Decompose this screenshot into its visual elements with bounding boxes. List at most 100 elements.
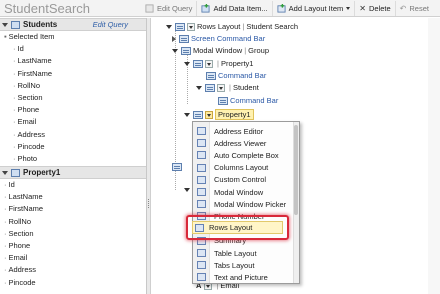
field-item[interactable]: · Phone bbox=[0, 104, 146, 116]
field-item[interactable]: · Address bbox=[0, 129, 146, 141]
dropdown-icon[interactable] bbox=[205, 110, 213, 119]
tree-node-selected[interactable]: Property1 bbox=[184, 109, 254, 120]
field-item[interactable]: · Section bbox=[0, 92, 146, 104]
tree-node-property1[interactable]: | Property1 bbox=[184, 58, 253, 69]
selected-node-label[interactable]: Property1 bbox=[215, 109, 254, 120]
tree-node-student[interactable]: | Student bbox=[196, 82, 259, 93]
expand-icon[interactable] bbox=[172, 48, 178, 53]
field-label: RollNo bbox=[17, 80, 41, 90]
field-bullet-icon: · bbox=[4, 253, 7, 263]
expand-icon[interactable] bbox=[184, 112, 190, 117]
menu-item[interactable]: Table Layout bbox=[193, 247, 299, 259]
menu-scroll-thumb[interactable] bbox=[294, 125, 298, 215]
add-layout-item-button[interactable]: Add Layout Item bbox=[271, 1, 355, 16]
field-item[interactable]: · Pincode bbox=[0, 141, 146, 153]
expand-icon[interactable] bbox=[166, 24, 172, 29]
tree-node-partial[interactable] bbox=[172, 161, 184, 172]
panel-splitter[interactable] bbox=[147, 18, 151, 294]
field-label: Section bbox=[17, 92, 43, 102]
entity-icon bbox=[11, 20, 20, 29]
property-fields-list: · Id · LastName · FirstName · RollNo · Section · Ph… bbox=[0, 179, 146, 289]
menu-item[interactable]: Address Viewer bbox=[193, 137, 299, 149]
menu-item[interactable]: Tabs Layout bbox=[193, 259, 299, 271]
students-header[interactable]: Students Edit Query bbox=[0, 18, 146, 31]
menu-item[interactable]: Modal Window Picker bbox=[193, 198, 299, 210]
tree-node-modal-window[interactable]: Modal Window | Group bbox=[172, 45, 269, 56]
field-item[interactable]: · LastName bbox=[0, 55, 146, 67]
menu-item-label: Custom Control bbox=[214, 175, 267, 185]
field-item[interactable]: · Id bbox=[0, 179, 146, 191]
node-icon bbox=[172, 162, 182, 171]
field-label: RollNo bbox=[8, 216, 32, 226]
field-label: Id bbox=[8, 180, 15, 190]
dropdown-icon[interactable] bbox=[205, 59, 213, 68]
highlighted-menu-item[interactable]: Rows Layout bbox=[192, 221, 283, 234]
field-label: LastName bbox=[8, 192, 43, 202]
field-item[interactable]: · FirstName bbox=[0, 68, 146, 80]
splitter-grip-icon bbox=[148, 199, 150, 208]
field-item[interactable]: · Pincode bbox=[0, 277, 146, 289]
add-data-item-button[interactable]: Add Data Item... bbox=[196, 1, 271, 16]
field-label: FirstName bbox=[8, 204, 44, 214]
menu-item[interactable]: Custom Control bbox=[193, 174, 299, 186]
field-item[interactable]: · Section bbox=[0, 228, 146, 240]
menu-item-icon bbox=[197, 273, 206, 282]
menu-item[interactable]: Auto Complete Box bbox=[193, 149, 299, 161]
field-item[interactable]: · RollNo bbox=[0, 216, 146, 228]
collapsed-icon[interactable] bbox=[172, 35, 176, 42]
tree-node-screen-command-bar[interactable]: Screen Command Bar bbox=[172, 33, 265, 44]
expand-icon[interactable] bbox=[184, 187, 190, 192]
root-label: Rows Layout bbox=[197, 22, 241, 31]
menu-item-icon bbox=[197, 261, 206, 270]
expand-icon[interactable] bbox=[196, 85, 202, 90]
title-bar: StudentSearch Edit Query Add Data Item..… bbox=[0, 0, 440, 17]
field-label: Email bbox=[8, 253, 28, 263]
field-item[interactable]: · LastName bbox=[0, 191, 146, 203]
property1-header[interactable]: Property1 bbox=[0, 166, 146, 180]
control-type-menu: Address Editor Address Viewer Auto Complet… bbox=[192, 121, 300, 284]
selected-fields-list: · Id · LastName · FirstName · RollNo · Section · Ph… bbox=[0, 43, 146, 165]
field-bullet-icon: · bbox=[13, 141, 16, 151]
field-item[interactable]: · FirstName bbox=[0, 203, 146, 215]
tree-node-root[interactable]: Rows Layout | Student Search bbox=[166, 21, 298, 32]
tree-node-command-bar-2[interactable]: Command Bar bbox=[218, 95, 278, 106]
dropdown-icon[interactable] bbox=[187, 22, 195, 31]
menu-item[interactable]: Columns Layout bbox=[193, 162, 299, 174]
menu-item[interactable]: Text and Picture bbox=[193, 271, 299, 283]
field-item[interactable]: · RollNo bbox=[0, 80, 146, 92]
field-item[interactable]: · Email bbox=[0, 252, 146, 264]
collapse-icon[interactable] bbox=[2, 170, 8, 175]
add-layout-item-label: Add Layout Item bbox=[288, 4, 344, 13]
menu-item-label: Address Editor bbox=[214, 126, 264, 136]
command-bar-icon bbox=[206, 71, 216, 80]
delete-button[interactable]: ✕ Delete bbox=[354, 1, 394, 16]
tree-node-command-bar[interactable]: Command Bar bbox=[206, 70, 266, 81]
menu-item[interactable]: Address Editor bbox=[193, 125, 299, 137]
tree-scrollbar[interactable] bbox=[428, 18, 440, 294]
edit-query-link[interactable]: Edit Query bbox=[93, 20, 128, 29]
field-label: Pincode bbox=[17, 141, 45, 151]
menu-item-label: Address Viewer bbox=[214, 138, 267, 148]
separator: | bbox=[244, 46, 247, 55]
collapse-icon[interactable] bbox=[2, 22, 8, 27]
chevron-down-icon bbox=[346, 7, 351, 10]
selected-item-row[interactable]: ▪ Selected Item bbox=[0, 31, 146, 43]
menu-scrollbar[interactable] bbox=[293, 122, 299, 283]
add-layout-item-icon bbox=[277, 4, 286, 13]
field-item[interactable]: · Phone bbox=[0, 240, 146, 252]
menu-item-label: Table Layout bbox=[214, 248, 257, 258]
menu-item[interactable]: Modal Window bbox=[193, 186, 299, 198]
dropdown-icon[interactable] bbox=[217, 83, 225, 92]
field-item[interactable]: · Address bbox=[0, 264, 146, 276]
edit-query-button[interactable]: Edit Query bbox=[141, 1, 196, 16]
expand-icon[interactable] bbox=[184, 61, 190, 66]
command-bar-2-label: Command Bar bbox=[230, 96, 279, 105]
reset-icon: ↶ bbox=[399, 4, 407, 13]
reset-button[interactable]: ↶ Reset bbox=[394, 1, 433, 16]
field-item[interactable]: · Photo bbox=[0, 153, 146, 165]
field-label: Photo bbox=[17, 153, 38, 163]
field-item[interactable]: · Email bbox=[0, 116, 146, 128]
field-label: Pincode bbox=[8, 277, 36, 287]
field-bullet-icon: · bbox=[13, 117, 16, 127]
field-item[interactable]: · Id bbox=[0, 43, 146, 55]
